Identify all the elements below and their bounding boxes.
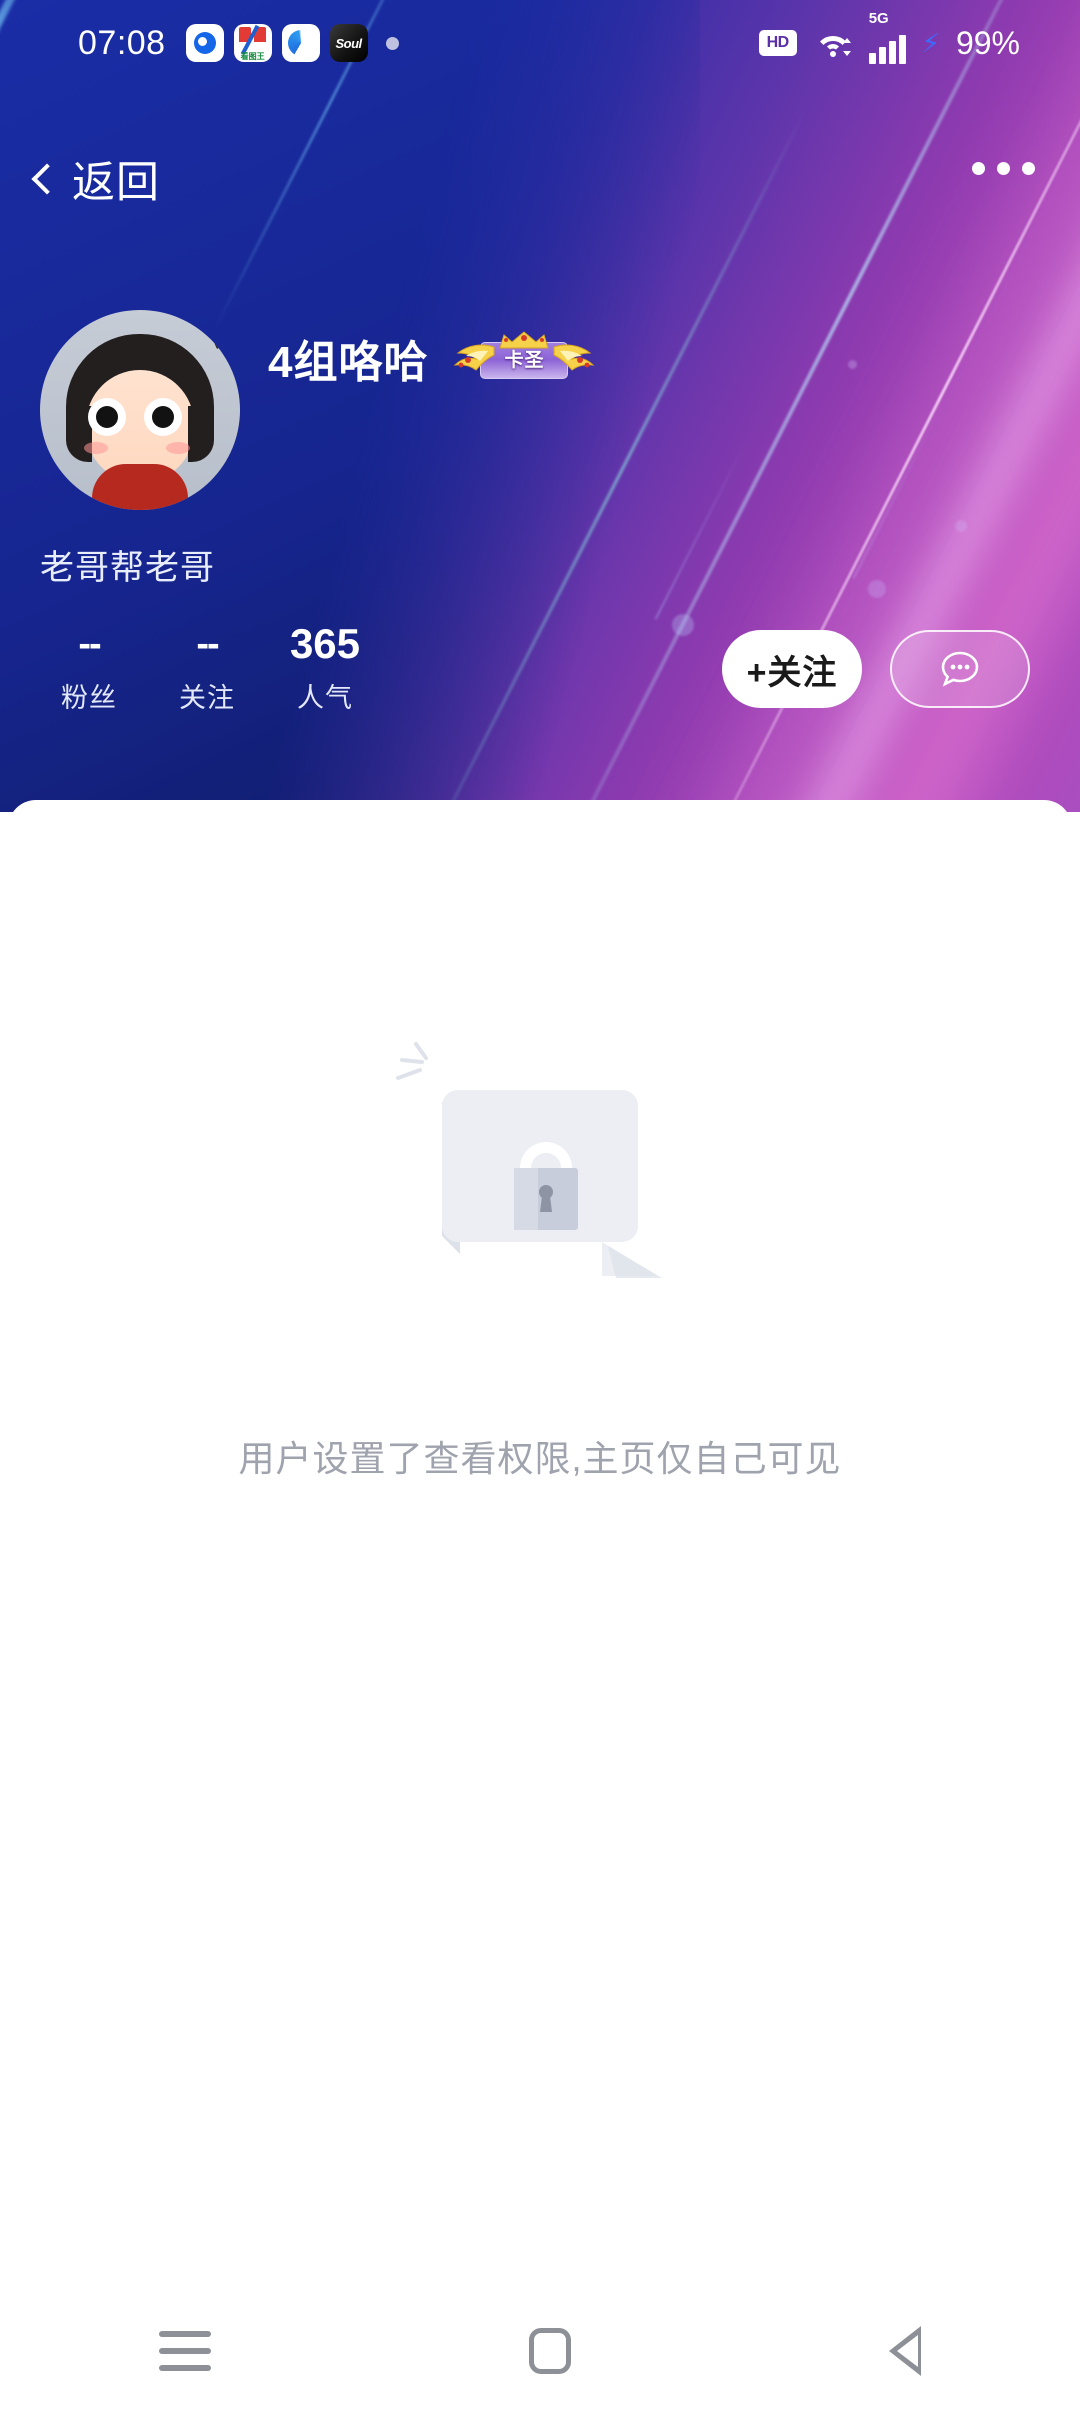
menu-line-icon (159, 2348, 211, 2354)
wifi-icon (813, 28, 853, 58)
avatar-hair-side (188, 406, 214, 462)
stat-fans-label: 粉丝 (61, 683, 117, 713)
stat-fans-value: -- (78, 623, 101, 665)
battery-percentage: 99% (955, 24, 1020, 61)
badge-label: 卡圣 (504, 349, 545, 371)
profile-bio: 老哥帮老哥 (40, 549, 215, 587)
profile-actions: +关注 (722, 630, 1030, 708)
hd-icon: HD (758, 30, 797, 56)
status-notification-icons: 看图王 Soul (185, 24, 399, 62)
bokeh-dot (955, 520, 967, 532)
username-row: 4组咯哈 卡圣 (268, 326, 595, 390)
empty-state-message: 用户设置了查看权限,主页仅自己可见 (238, 1438, 842, 1479)
locked-bubble-illustration (390, 1042, 690, 1280)
app-icon-2-label: 看图王 (240, 52, 265, 61)
bokeh-dot (672, 614, 694, 636)
dot-icon (972, 162, 985, 175)
stat-following-value: -- (196, 623, 219, 665)
avatar-blush (84, 442, 108, 454)
stat-popularity-label: 人气 (297, 683, 353, 713)
back-button-label: 返回 (72, 159, 160, 207)
home-button[interactable] (529, 2328, 571, 2374)
avatar-blush (166, 442, 190, 454)
stat-popularity[interactable]: 365 人气 (266, 620, 384, 715)
phone-screen: 07:08 看图王 Soul HD 5G ⚡ 99% 返回 4组咯哈 卡圣 老哥… (0, 0, 1080, 2412)
stat-fans[interactable]: -- 粉丝 (30, 620, 148, 715)
app-notification-icon-3 (281, 24, 320, 62)
status-bar-right: HD 5G ⚡ 99% (758, 10, 1020, 64)
cellular-signal-icon: 5G (868, 10, 906, 64)
menu-line-icon (159, 2331, 211, 2337)
bokeh-trail (852, 390, 950, 580)
profile-stats: -- 粉丝 -- 关注 365 人气 (30, 620, 384, 715)
sparkle-lines-icon (396, 1042, 428, 1080)
charging-bolt-icon: ⚡ (921, 28, 940, 58)
avatar-eye (144, 398, 182, 436)
avatar[interactable] (40, 310, 240, 510)
follow-button[interactable]: +关注 (722, 630, 862, 708)
menu-line-icon (159, 2365, 211, 2371)
back-button[interactable]: 返回 (30, 148, 160, 210)
android-navigation-bar (0, 2290, 1080, 2412)
soul-icon-label: Soul (335, 35, 363, 51)
recents-button[interactable] (159, 2331, 211, 2371)
stat-following[interactable]: -- 关注 (148, 620, 266, 715)
dot-icon (1022, 162, 1035, 175)
bokeh-dot (848, 360, 857, 369)
stat-popularity-value: 365 (289, 620, 361, 667)
page-top-bar: 返回 (0, 140, 1080, 250)
app-notification-icon-2: 看图王 (233, 24, 272, 62)
content-panel: 用户设置了查看权限,主页仅自己可见 (8, 800, 1072, 2290)
badge-wing-right-icon (553, 344, 595, 371)
app-notification-icon-1 (185, 24, 224, 62)
message-button[interactable] (890, 630, 1030, 708)
network-type-label: 5G (868, 10, 889, 27)
status-bar-left: 07:08 看图王 Soul (78, 24, 399, 63)
chevron-left-icon (31, 163, 63, 195)
empty-state: 用户设置了查看权限,主页仅自己可见 (8, 1042, 1072, 1482)
more-notifications-dot-icon (385, 36, 399, 50)
username: 4组咯哈 (268, 338, 429, 387)
dot-icon (997, 162, 1010, 175)
rank-badge[interactable]: 卡圣 (454, 331, 595, 383)
bokeh-dot (868, 580, 886, 598)
status-clock: 07:08 (78, 23, 166, 62)
system-back-button[interactable] (889, 2326, 921, 2376)
stat-following-label: 关注 (179, 683, 235, 713)
badge-wing-left-icon (454, 344, 495, 371)
app-notification-icon-soul: Soul (329, 24, 368, 62)
avatar-body (92, 464, 188, 510)
status-bar: 07:08 看图王 Soul HD 5G ⚡ 99% (0, 0, 1080, 86)
more-options-button[interactable] (972, 162, 1035, 175)
chat-bubble-icon (941, 651, 979, 687)
avatar-eye (88, 398, 126, 436)
